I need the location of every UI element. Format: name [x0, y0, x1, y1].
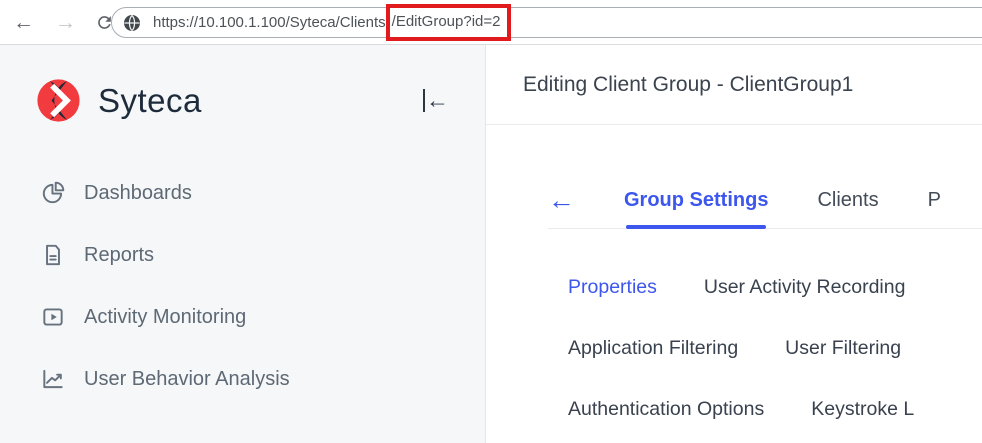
document-icon	[40, 242, 66, 268]
tab-bar: ← Group Settings Clients P	[548, 188, 982, 229]
back-arrow-icon[interactable]: ←	[548, 188, 575, 212]
sidebar-item-activity-monitoring[interactable]: Activity Monitoring	[0, 304, 485, 330]
sidebar-item-label: User Behavior Analysis	[84, 368, 290, 391]
address-bar[interactable]: https://10.100.1.100/Syteca/Clients/Edit…	[111, 7, 982, 38]
link-application-filtering[interactable]: Application Filtering	[568, 336, 738, 360]
url-text[interactable]: https://10.100.1.100/Syteca/Clients/Edit…	[153, 14, 511, 31]
settings-links-row: Application Filtering User Filtering	[568, 336, 982, 360]
page-header: Editing Client Group - ClientGroup1	[486, 45, 982, 125]
sidebar-item-label: Reports	[84, 244, 154, 267]
sidebar: Syteca ← Dashboards Reports	[0, 45, 486, 443]
tab-truncated[interactable]: P	[928, 188, 941, 228]
site-globe-icon[interactable]	[123, 14, 141, 32]
browser-toolbar: ← → https://10.100.1.100/Syteca/Clients/…	[0, 0, 982, 45]
sidebar-item-label: Activity Monitoring	[84, 306, 246, 329]
link-authentication-options[interactable]: Authentication Options	[568, 397, 764, 421]
line-chart-icon	[40, 366, 66, 392]
link-user-activity-recording[interactable]: User Activity Recording	[704, 275, 906, 299]
sidebar-item-dashboards[interactable]: Dashboards	[0, 180, 485, 206]
tab-group-settings[interactable]: Group Settings	[624, 188, 768, 228]
video-play-icon	[40, 304, 66, 330]
sidebar-collapse-icon[interactable]: ←	[423, 89, 449, 112]
url-prefix: https://10.100.1.100/Syteca/Clients	[153, 14, 386, 31]
link-user-filtering[interactable]: User Filtering	[785, 336, 901, 360]
link-keystroke-truncated[interactable]: Keystroke L	[811, 397, 914, 421]
link-properties[interactable]: Properties	[568, 275, 657, 299]
sidebar-item-user-behavior-analysis[interactable]: User Behavior Analysis	[0, 366, 485, 392]
main-content: Editing Client Group - ClientGroup1 ← Gr…	[486, 45, 982, 443]
sidebar-nav: Dashboards Reports Activity Monitoring	[0, 180, 485, 392]
browser-forward-icon[interactable]: →	[55, 12, 76, 33]
settings-links-row: Authentication Options Keystroke L	[568, 397, 982, 421]
settings-links-row: Properties User Activity Recording	[568, 275, 982, 299]
browser-back-icon[interactable]: ←	[13, 12, 34, 33]
syteca-logo-icon	[36, 78, 81, 123]
tab-clients[interactable]: Clients	[817, 188, 878, 228]
page-title: Editing Client Group - ClientGroup1	[523, 73, 853, 97]
pie-chart-icon	[40, 180, 66, 206]
brand-name: Syteca	[98, 82, 202, 120]
sidebar-item-label: Dashboards	[84, 182, 192, 205]
sidebar-item-reports[interactable]: Reports	[0, 242, 485, 268]
url-highlight-annotation: /EditGroup?id=2	[386, 4, 512, 41]
